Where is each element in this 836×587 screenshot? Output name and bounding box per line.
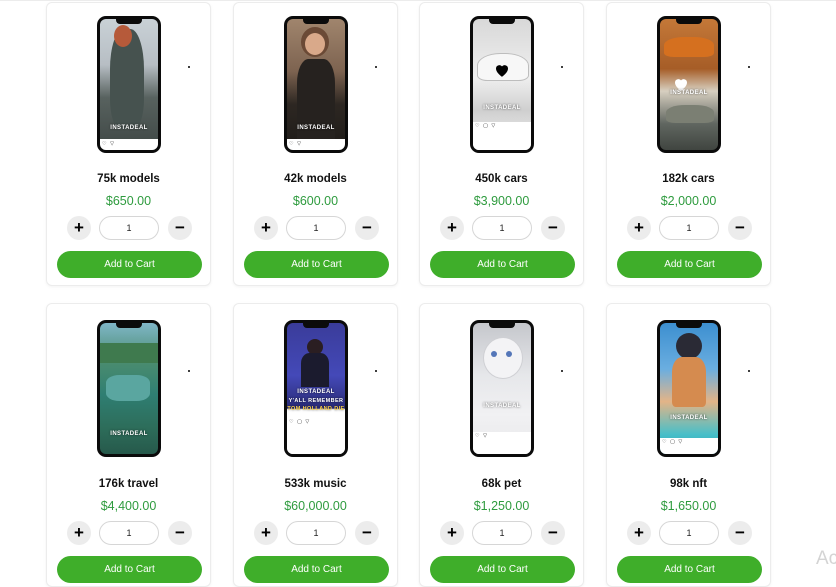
product-phone-image[interactable]: INSTADEAL Y'ALL REMEMBER TOM HOLLAND DIE… [284,320,348,457]
add-to-cart-button[interactable]: Add to Cart [244,251,389,278]
watermark-label: INSTADEAL [483,105,521,111]
decrease-quantity-button[interactable]: − [728,216,752,240]
increase-quantity-button[interactable]: + [67,216,91,240]
social-icons-bar: ♡ ▽ [100,139,158,150]
product-title: 68k pet [481,478,522,490]
product-card: INSTADEAL ♡ ▽ 42k models $600.00 + − Add… [233,2,398,286]
watermark-label: INSTADEAL [670,415,708,421]
increase-quantity-button[interactable]: + [254,521,278,545]
screen-caption-line1: Y'ALL REMEMBER [288,398,344,404]
product-title: 182k cars [662,173,715,185]
product-title: 75k models [97,173,160,185]
partial-overlay-text: Ac [816,548,836,569]
product-phone-image[interactable]: INSTADEAL ♡ ▽ [470,320,534,457]
more-dot [561,370,563,372]
product-card: INSTADEAL 176k travel $4,400.00 + − Add … [46,303,211,587]
product-price: $60,000.00 [284,499,347,513]
product-title: 98k nft [669,478,708,490]
quantity-input[interactable] [659,216,719,240]
decrease-quantity-button[interactable]: − [355,216,379,240]
increase-quantity-button[interactable]: + [254,216,278,240]
product-phone-image[interactable]: INSTADEAL ♡ ▽ [284,16,348,153]
add-to-cart-button[interactable]: Add to Cart [617,251,762,278]
product-card: INSTADEAL 182k cars $2,000.00 + − Add to… [606,2,771,286]
quantity-input[interactable] [99,216,159,240]
quantity-input[interactable] [286,216,346,240]
decrease-quantity-button[interactable]: − [168,216,192,240]
product-price: $650.00 [105,194,152,208]
product-phone-image[interactable]: INSTADEAL ♡ ▢ ▽ [657,320,721,457]
top-divider [0,0,836,1]
product-card: INSTADEAL Y'ALL REMEMBER TOM HOLLAND DIE… [233,303,398,587]
product-title: 42k models [284,173,347,185]
increase-quantity-button[interactable]: + [440,521,464,545]
product-price: $3,900.00 [473,194,530,208]
product-price: $1,650.00 [660,499,717,513]
social-icons-bar: ♡ ▢ ▽ [473,122,531,150]
more-dot [748,66,750,68]
add-to-cart-button[interactable]: Add to Cart [57,251,202,278]
more-dot [188,370,190,372]
watermark-label: INSTADEAL [110,125,148,131]
increase-quantity-button[interactable]: + [440,216,464,240]
product-phone-image[interactable]: INSTADEAL [657,16,721,153]
decrease-quantity-button[interactable]: − [728,521,752,545]
quantity-input[interactable] [659,521,719,545]
product-title: 450k cars [475,173,528,185]
increase-quantity-button[interactable]: + [67,521,91,545]
quantity-input[interactable] [99,521,159,545]
increase-quantity-button[interactable]: + [627,216,651,240]
add-to-cart-button[interactable]: Add to Cart [430,251,575,278]
product-phone-image[interactable]: INSTADEAL ♡ ▢ ▽ [470,16,534,153]
product-price: $1,250.00 [473,499,530,513]
watermark-label: INSTADEAL [297,389,335,395]
product-card: INSTADEAL ♡ ▢ ▽ 450k cars $3,900.00 + − … [419,2,584,286]
watermark-label: INSTADEAL [483,403,521,409]
quantity-input[interactable] [286,521,346,545]
quantity-input[interactable] [472,216,532,240]
decrease-quantity-button[interactable]: − [541,216,565,240]
heart-icon [496,65,508,77]
quantity-input[interactable] [472,521,532,545]
more-dot [748,370,750,372]
product-price: $2,000.00 [660,194,717,208]
product-price: $4,400.00 [100,499,157,513]
product-card: INSTADEAL ♡ ▢ ▽ 98k nft $1,650.00 + − Ad… [606,303,771,587]
social-icons-bar: ♡ ▢ ▽ [287,418,345,454]
more-dot [375,66,377,68]
product-card: INSTADEAL ♡ ▽ 68k pet $1,250.00 + − Add … [419,303,584,587]
decrease-quantity-button[interactable]: − [355,521,379,545]
increase-quantity-button[interactable]: + [627,521,651,545]
watermark-label: INSTADEAL [297,125,335,131]
product-price: $600.00 [292,194,339,208]
watermark-label: INSTADEAL [110,431,148,437]
screen-caption-line2: TOM HOLLAND DIE [287,406,345,412]
decrease-quantity-button[interactable]: − [541,521,565,545]
social-icons-bar: ♡ ▢ ▽ [660,438,718,454]
social-icons-bar: ♡ ▽ [287,139,345,150]
more-dot [188,66,190,68]
more-dot [561,66,563,68]
product-phone-image[interactable]: INSTADEAL ♡ ▽ [97,16,161,153]
product-title: 533k music [284,478,347,490]
product-phone-image[interactable]: INSTADEAL [97,320,161,457]
product-title: 176k travel [98,478,159,490]
product-card: INSTADEAL ♡ ▽ 75k models $650.00 + − Add… [46,2,211,286]
more-dot [375,370,377,372]
social-icons-bar: ♡ ▽ [473,432,531,454]
watermark-label: INSTADEAL [670,90,708,96]
decrease-quantity-button[interactable]: − [168,521,192,545]
